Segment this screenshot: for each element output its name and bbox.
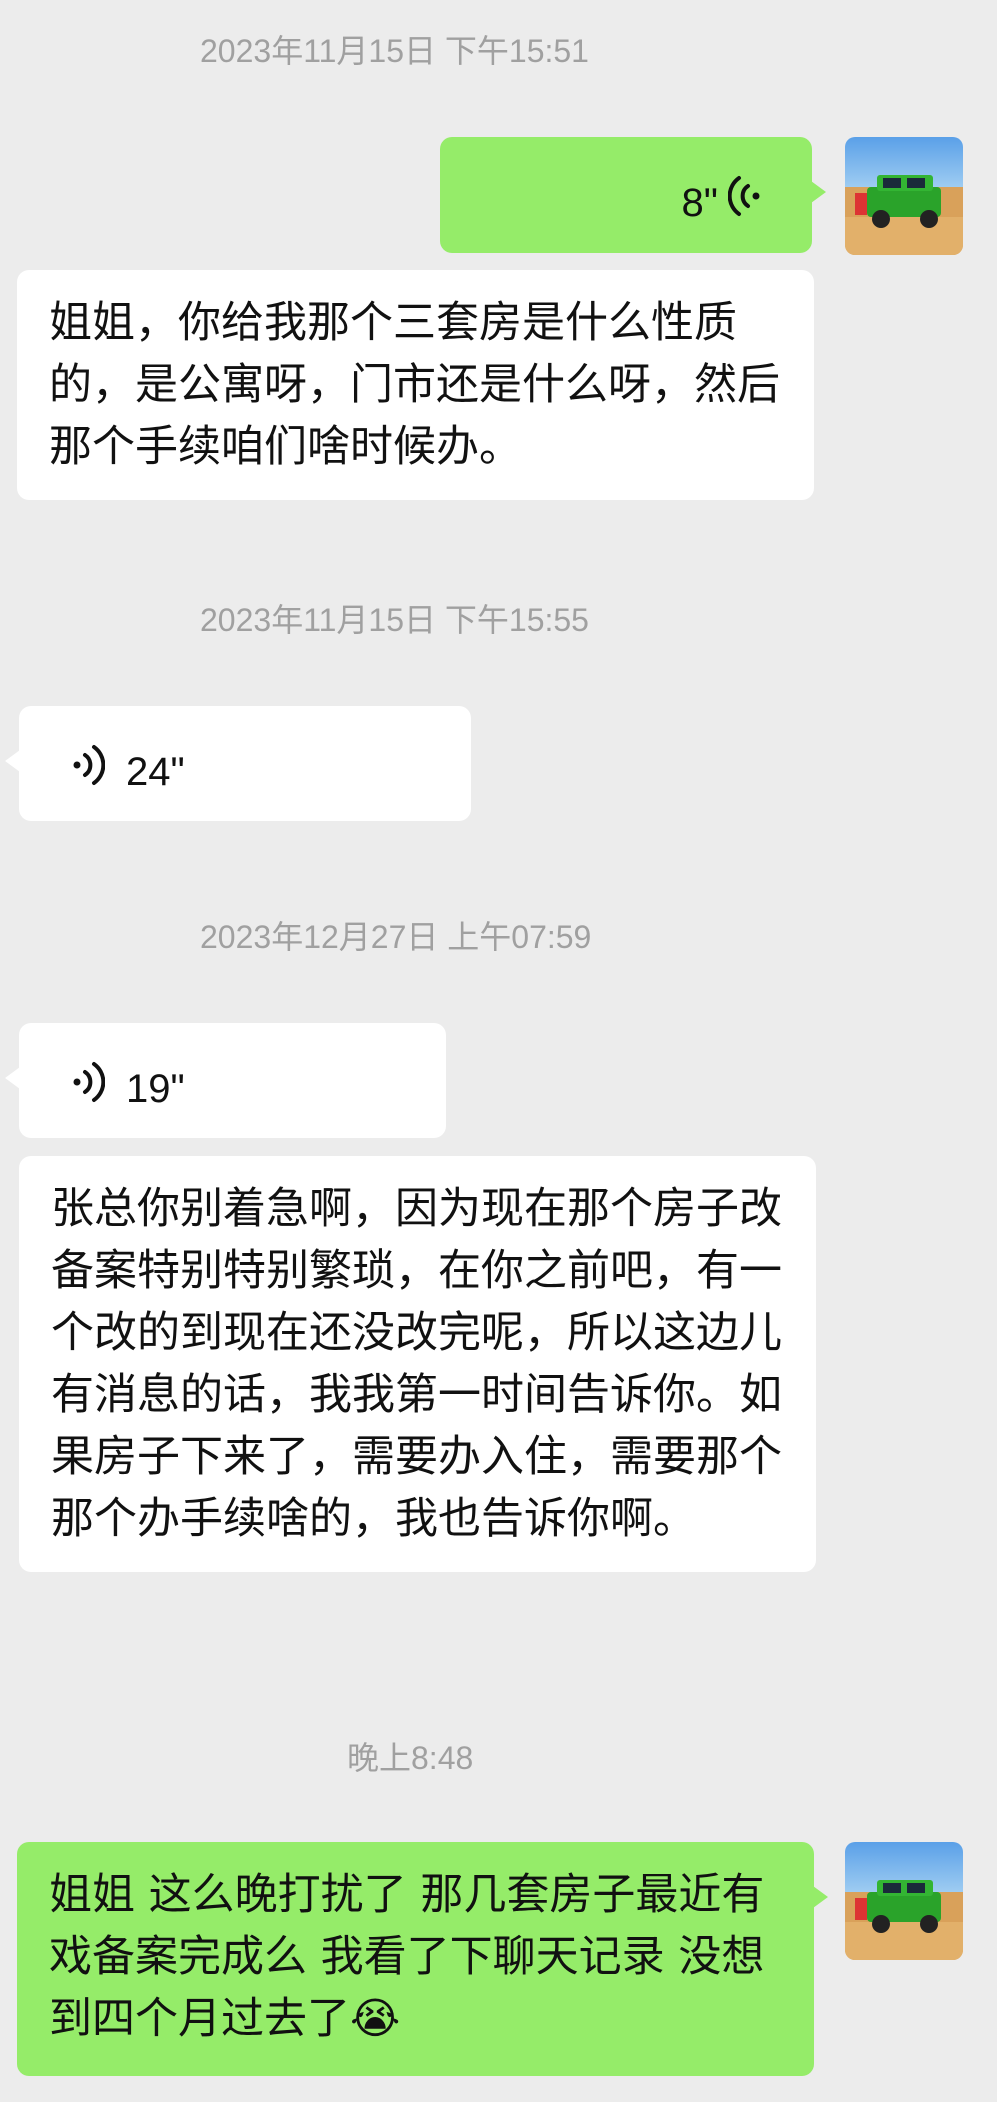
- message-text: 姐姐，你给我那个三套房是什么性质的，是公寓呀，门市还是什么呀，然后那个手续咱们啥…: [49, 298, 780, 472]
- timestamp: 2023年12月27日 上午07:59: [200, 919, 592, 955]
- text-message-received[interactable]: 姐姐，你给我那个三套房是什么性质的，是公寓呀，门市还是什么呀，然后那个手续咱们啥…: [17, 270, 814, 500]
- voice-message-received[interactable]: 24": [5, 706, 471, 821]
- text-message-sent[interactable]: 姐姐 这么晚打扰了 那几套房子最近有戏备案完成么 我看了下聊天记录 没想到四个月…: [17, 1842, 828, 2076]
- timestamp: 2023年11月15日 下午15:51: [200, 33, 589, 69]
- voice-wave-icon: [728, 176, 760, 216]
- voice-wave-icon: [73, 745, 105, 785]
- text-message-received[interactable]: 张总你别着急啊，因为现在那个房子改备案特别特别繁琐，在你之前吧，有一个改的到现在…: [19, 1156, 816, 1572]
- voice-wave-icon: [73, 1062, 105, 1102]
- message-text: 张总你别着急啊，因为现在那个房子改备案特别特别繁琐，在你之前吧，有一个改的到现在…: [51, 1184, 782, 1544]
- avatar[interactable]: [845, 137, 963, 255]
- avatar[interactable]: [845, 1842, 963, 1960]
- voice-message-received[interactable]: 19": [5, 1023, 446, 1138]
- timestamp: 晚上8:48: [347, 1740, 474, 1776]
- voice-duration: 24": [126, 750, 185, 794]
- timestamp: 2023年11月15日 下午15:55: [200, 602, 589, 638]
- voice-message-sent[interactable]: 8": [440, 137, 826, 253]
- voice-duration: 8": [681, 181, 718, 225]
- message-text: 姐姐 这么晚打扰了 那几套房子最近有戏备案完成么 我看了下聊天记录 没想到四个月…: [49, 1870, 765, 2044]
- voice-duration: 19": [126, 1067, 185, 1111]
